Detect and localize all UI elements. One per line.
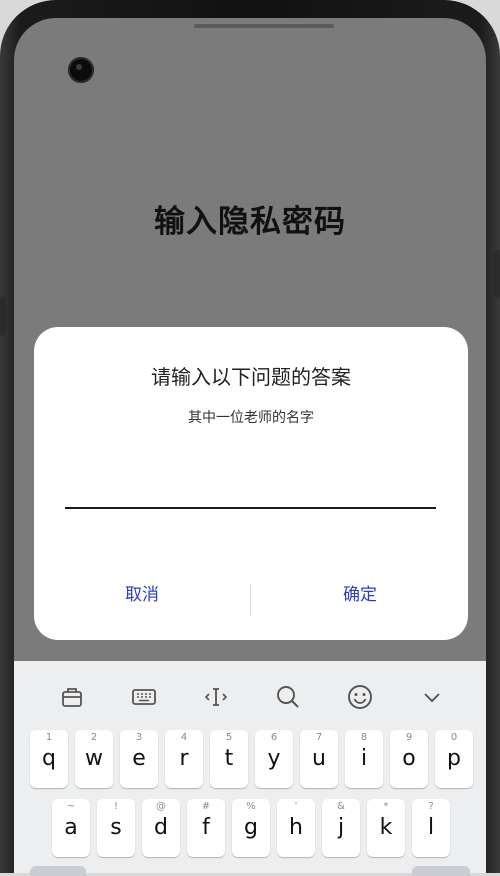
key-l[interactable]: ? l xyxy=(412,799,450,857)
keyboard-icon[interactable] xyxy=(122,675,166,719)
volume-button xyxy=(0,296,6,336)
key-s[interactable]: ! s xyxy=(97,799,135,857)
key-d[interactable]: @ d xyxy=(142,799,180,857)
earpiece xyxy=(194,24,334,28)
key-e[interactable]: 3e xyxy=(120,730,158,788)
confirm-button[interactable]: 确定 xyxy=(252,575,468,615)
clipboard-icon[interactable] xyxy=(50,675,94,719)
key-q[interactable]: 1q xyxy=(30,730,68,788)
text-cursor-icon[interactable] xyxy=(194,675,238,719)
key-o[interactable]: 9o xyxy=(390,730,428,788)
key-a[interactable]: ~ a xyxy=(52,799,90,857)
security-question: 其中一位老师的名字 xyxy=(188,410,314,426)
cancel-button[interactable]: 取消 xyxy=(34,575,250,615)
power-button xyxy=(494,250,500,298)
key-r[interactable]: 4r xyxy=(165,730,203,788)
key-f[interactable]: # f xyxy=(187,799,225,857)
key-w[interactable]: 2w xyxy=(75,730,113,788)
front-camera xyxy=(68,57,94,83)
search-icon[interactable] xyxy=(266,675,310,719)
key-k[interactable]: * k xyxy=(367,799,405,857)
backspace-key[interactable] xyxy=(412,866,470,876)
key-i[interactable]: 8i xyxy=(345,730,383,788)
page-title: 输入隐私密码 xyxy=(154,204,346,240)
dialog-title: 请输入以下问题的答案 xyxy=(151,365,351,389)
chevron-down-icon[interactable] xyxy=(410,675,454,719)
soft-keyboard: 1q 2w 3e 4r 5t 6y 7u 8i 9o 0p ~ a ! s @ d #… xyxy=(14,661,486,876)
emoji-icon[interactable] xyxy=(338,675,382,719)
button-divider xyxy=(250,584,251,616)
security-question-dialog: 请输入以下问题的答案 其中一位老师的名字 取消 确定 xyxy=(34,327,468,640)
key-p[interactable]: 0p xyxy=(435,730,473,788)
shift-key[interactable] xyxy=(30,866,86,876)
key-g[interactable]: % g xyxy=(232,799,270,857)
key-y[interactable]: 6y xyxy=(255,730,293,788)
key-u[interactable]: 7u xyxy=(300,730,338,788)
answer-input[interactable] xyxy=(65,477,436,509)
key-h[interactable]: ' h xyxy=(277,799,315,857)
keyboard-toolbar xyxy=(14,675,486,719)
key-t[interactable]: 5t xyxy=(210,730,248,788)
key-j[interactable]: & j xyxy=(322,799,360,857)
